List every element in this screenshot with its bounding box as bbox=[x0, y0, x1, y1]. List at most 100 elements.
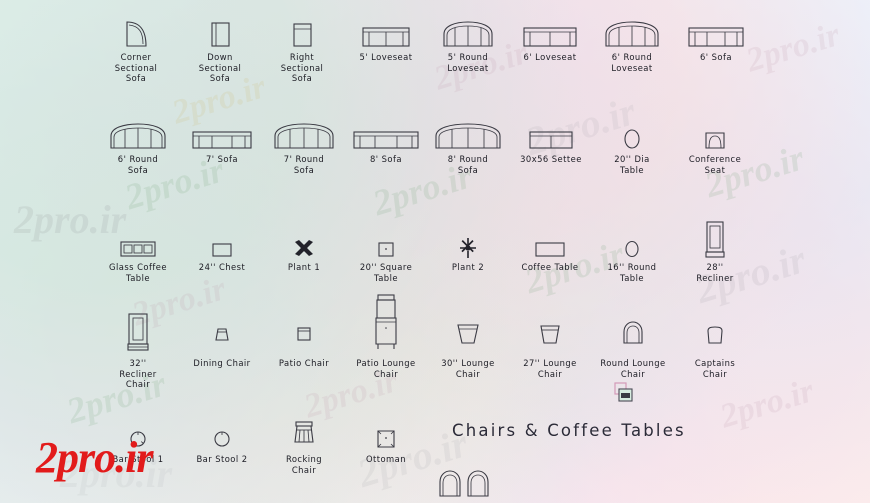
block-label: 7' Round Sofa bbox=[283, 154, 325, 175]
patio-lounge-chair-icon bbox=[348, 290, 424, 356]
block-label: 6' Sofa bbox=[700, 52, 732, 62]
block-patio-chair[interactable]: Patio Chair bbox=[266, 308, 342, 369]
block-label: 24'' Chest bbox=[198, 262, 246, 272]
drawing-sheet: 2pro.ir 2pro.ir 2pro.ir 2pro.ir 2pro.ir … bbox=[0, 0, 870, 503]
block-label: 6' Round Loveseat bbox=[611, 52, 653, 73]
round-lounge-chair-pair-icon bbox=[437, 466, 497, 500]
plant-2-icon bbox=[430, 218, 506, 260]
block-coffee-table[interactable]: Coffee Table bbox=[512, 218, 588, 273]
block-32in-recliner-chair[interactable]: 32'' Recliner Chair bbox=[100, 308, 176, 390]
7ft-round-sofa-icon bbox=[266, 110, 342, 152]
block-label: 27'' Lounge Chair bbox=[523, 358, 577, 379]
block-6ft-round-sofa[interactable]: 6' Round Sofa bbox=[100, 110, 176, 175]
block-captains-chair[interactable]: Captains Chair bbox=[678, 308, 752, 379]
block-right-sectional-sofa[interactable]: Right Sectional Sofa bbox=[266, 8, 338, 84]
block-8ft-sofa[interactable]: 8' Sofa bbox=[348, 110, 424, 165]
block-label: Patio Chair bbox=[278, 358, 330, 368]
28in-recliner-icon bbox=[678, 214, 752, 260]
overlapping-block-icon bbox=[613, 381, 637, 407]
30in-lounge-chair-icon bbox=[430, 308, 506, 356]
block-label: Ottoman bbox=[365, 454, 407, 464]
bar-stool-1-icon bbox=[100, 420, 176, 452]
block-label: 5' Loveseat bbox=[359, 52, 413, 62]
block-bar-stool-2[interactable]: Bar Stool 2 bbox=[184, 420, 260, 465]
block-label: Round Lounge Chair bbox=[600, 358, 666, 379]
block-20in-square-table[interactable]: 20'' Square Table bbox=[348, 218, 424, 283]
block-label: Glass Coffee Table bbox=[109, 262, 167, 283]
block-label: 28'' Recliner bbox=[696, 262, 734, 283]
block-label: Down Sectional Sofa bbox=[198, 52, 242, 83]
block-label: Dining Chair bbox=[193, 358, 251, 368]
block-label: Bar Stool 2 bbox=[196, 454, 248, 464]
5ft-round-loveseat-icon bbox=[430, 8, 506, 50]
32in-recliner-chair-icon bbox=[100, 308, 176, 356]
patio-chair-icon bbox=[266, 308, 342, 356]
block-5ft-loveseat[interactable]: 5' Loveseat bbox=[348, 8, 424, 63]
block-6ft-round-loveseat[interactable]: 6' Round Loveseat bbox=[594, 8, 670, 73]
block-label: Conference Seat bbox=[688, 154, 742, 175]
block-bar-stool-1[interactable]: Bar Stool 1 bbox=[100, 420, 176, 465]
block-24in-chest[interactable]: 24'' Chest bbox=[184, 218, 260, 273]
block-20in-dia-table[interactable]: 20'' Dia Table bbox=[596, 110, 668, 175]
plant-1-icon bbox=[266, 218, 342, 260]
block-down-sectional-sofa[interactable]: Down Sectional Sofa bbox=[184, 8, 256, 84]
block-patio-lounge-chair[interactable]: Patio Lounge Chair bbox=[348, 290, 424, 379]
block-label: Coffee Table bbox=[521, 262, 579, 272]
block-16in-round-table[interactable]: 16'' Round Table bbox=[596, 218, 668, 283]
24in-chest-icon bbox=[184, 218, 260, 260]
block-label: 20'' Dia Table bbox=[614, 154, 650, 175]
block-conference-seat[interactable]: Conference Seat bbox=[678, 110, 752, 175]
block-ottoman[interactable]: Ottoman bbox=[348, 420, 424, 465]
glass-coffee-table-icon bbox=[100, 218, 176, 260]
block-glass-coffee-table[interactable]: Glass Coffee Table bbox=[100, 218, 176, 283]
30x56-settee-icon bbox=[512, 110, 590, 152]
down-sectional-sofa-icon bbox=[184, 8, 256, 50]
block-6ft-sofa[interactable]: 6' Sofa bbox=[678, 8, 754, 63]
block-label: Bar Stool 1 bbox=[112, 454, 164, 464]
block-6ft-loveseat[interactable]: 6' Loveseat bbox=[512, 8, 588, 63]
20in-square-table-icon bbox=[348, 218, 424, 260]
rocking-chair-icon bbox=[266, 414, 342, 452]
block-label: 5' Round Loveseat bbox=[447, 52, 489, 73]
block-30in-lounge-chair[interactable]: 30'' Lounge Chair bbox=[430, 308, 506, 379]
block-plant-1[interactable]: Plant 1 bbox=[266, 218, 342, 273]
block-label: Plant 1 bbox=[287, 262, 321, 272]
6ft-round-sofa-icon bbox=[100, 110, 176, 152]
page-title: Chairs & Coffee Tables bbox=[452, 421, 686, 440]
27in-lounge-chair-icon bbox=[512, 308, 588, 356]
8ft-round-sofa-icon bbox=[430, 110, 506, 152]
block-label: Corner Sectional Sofa bbox=[114, 52, 158, 83]
block-corner-sectional-sofa[interactable]: Corner Sectional Sofa bbox=[100, 8, 172, 84]
block-label: Rocking Chair bbox=[285, 454, 323, 475]
6ft-loveseat-icon bbox=[512, 8, 588, 50]
block-8ft-round-sofa[interactable]: 8' Round Sofa bbox=[430, 110, 506, 175]
block-7ft-round-sofa[interactable]: 7' Round Sofa bbox=[266, 110, 342, 175]
5ft-loveseat-icon bbox=[348, 8, 424, 50]
block-28in-recliner[interactable]: 28'' Recliner bbox=[678, 214, 752, 283]
coffee-table-icon bbox=[512, 218, 588, 260]
block-label: 6' Loveseat bbox=[523, 52, 577, 62]
block-label: 16'' Round Table bbox=[607, 262, 657, 283]
6ft-sofa-icon bbox=[678, 8, 754, 50]
8ft-sofa-icon bbox=[348, 110, 424, 152]
block-label: 8' Round Sofa bbox=[447, 154, 489, 175]
round-lounge-chair-icon bbox=[594, 308, 672, 356]
block-5ft-round-loveseat[interactable]: 5' Round Loveseat bbox=[430, 8, 506, 73]
block-round-lounge-chair[interactable]: Round Lounge Chair bbox=[594, 308, 672, 379]
conference-seat-icon bbox=[678, 110, 752, 152]
block-rocking-chair[interactable]: Rocking Chair bbox=[266, 414, 342, 475]
block-label: Patio Lounge Chair bbox=[356, 358, 416, 379]
block-27in-lounge-chair[interactable]: 27'' Lounge Chair bbox=[512, 308, 588, 379]
6ft-round-loveseat-icon bbox=[594, 8, 670, 50]
block-label: Captains Chair bbox=[694, 358, 736, 379]
bar-stool-2-icon bbox=[184, 420, 260, 452]
block-label: 8' Sofa bbox=[370, 154, 402, 164]
block-label: 32'' Recliner Chair bbox=[119, 358, 157, 389]
block-plant-2[interactable]: Plant 2 bbox=[430, 218, 506, 273]
block-label: 6' Round Sofa bbox=[117, 154, 159, 175]
block-label: Plant 2 bbox=[451, 262, 485, 272]
block-7ft-sofa[interactable]: 7' Sofa bbox=[184, 110, 260, 165]
block-dining-chair[interactable]: Dining Chair bbox=[184, 308, 260, 369]
block-label: 30x56 Settee bbox=[520, 154, 582, 164]
block-30x56-settee[interactable]: 30x56 Settee bbox=[512, 110, 590, 165]
